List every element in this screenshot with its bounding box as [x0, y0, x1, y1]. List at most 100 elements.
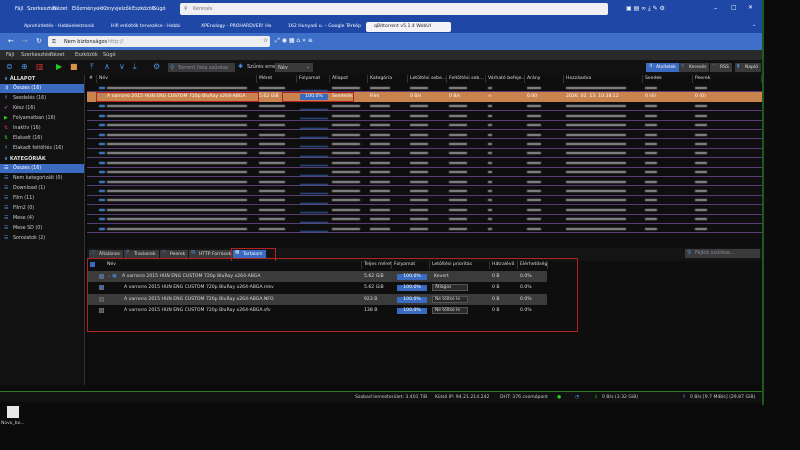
col-category[interactable]: Kategória [368, 75, 408, 83]
filter-stalled[interactable]: ⇅ Elakadt (16) [0, 134, 84, 143]
desktop-icon-label[interactable]: Novo_bo... [1, 421, 25, 426]
tab-3[interactable]: XPEnology - PROHARDVER! Ho [193, 22, 275, 32]
filter-running[interactable]: ▶ Folyamatban (16) [0, 114, 84, 123]
move-bottom-icon[interactable]: ⤓ [133, 62, 137, 72]
col-ratio[interactable]: Arány [525, 75, 564, 83]
category-mese[interactable]: ☰ Mese (4) [0, 214, 84, 223]
category-film[interactable]: ☰ Film (11) [0, 194, 84, 203]
filter-seeding[interactable]: ⇑ Seedelés (16) [0, 94, 84, 103]
category-mese-sd[interactable]: ☰ Mese SD (0) [0, 224, 84, 233]
col-name[interactable]: Név [97, 75, 257, 83]
app-menu-tools[interactable]: Eszközök [75, 52, 98, 58]
menu-tools[interactable]: Eszközök [132, 6, 155, 12]
tab-4[interactable]: 162 Hunyadi u. – Google Térkép [280, 22, 362, 32]
maximize-button[interactable]: □ [731, 4, 737, 11]
filter-completed[interactable]: ✔ Kész (16) [0, 104, 84, 113]
col-size[interactable]: Méret [257, 75, 297, 83]
category-download[interactable]: ☰ Download (1) [0, 184, 84, 193]
add-link-icon[interactable]: ⊜ [6, 62, 13, 72]
chevron-down-icon[interactable]: ⌄ [752, 22, 756, 28]
obscured-text [410, 105, 428, 108]
transfers-button[interactable]: ⤨ Átvitelek [646, 63, 679, 72]
torrent-row-obscured[interactable] [87, 177, 762, 187]
obscured-text [566, 218, 626, 221]
torrent-row-obscured[interactable] [87, 196, 762, 206]
delete-icon[interactable]: ▥ [36, 62, 44, 72]
app-menu-file[interactable]: Fájl [6, 52, 14, 58]
category-all[interactable]: ☰ Összes (16) [0, 164, 84, 173]
add-torrent-icon[interactable]: ⊕ [21, 62, 28, 72]
filter-inactive[interactable]: ⇅ Inaktív (16) [0, 124, 84, 133]
back-button[interactable]: ← [8, 37, 14, 45]
torrent-filter-input[interactable]: ⚲ Torrent lista szűrése [168, 63, 235, 72]
move-top-icon[interactable]: ⤒ [90, 62, 94, 72]
col-peers[interactable]: Peerek [693, 75, 762, 83]
tab-qbittorrent[interactable]: qBittorrent v5.1.4 WebUI [366, 22, 451, 32]
menu-help[interactable]: Súgó [153, 6, 166, 12]
col-number[interactable]: # [87, 75, 97, 83]
category-uncategorized[interactable]: ☰ Nem kategorizált (0) [0, 174, 84, 183]
filter-stalled-upload[interactable]: ⇑ Elakadt feltöltés (16) [0, 144, 84, 153]
torrent-row-obscured[interactable] [87, 205, 762, 215]
status-header[interactable]: ∨ ÁLLAPOT [4, 76, 35, 82]
menu-history[interactable]: Előzmények [72, 6, 102, 12]
tab-2[interactable]: Hifi erősítők tervezése - Hobbi [103, 22, 185, 32]
bookmark-star-icon[interactable]: ☆ [263, 37, 268, 44]
col-ul-speed[interactable]: Feltöltési seb... [447, 75, 486, 83]
regex-icon[interactable]: ✱ [238, 63, 243, 70]
start-icon[interactable]: ▶ [56, 62, 62, 72]
col-dl-speed[interactable]: Letöltési sebe... [408, 75, 447, 83]
extensions-icons[interactable]: ⤢ ◉ ▦ ⌂ » ≡ [275, 37, 313, 44]
torrent-row-obscured[interactable] [87, 139, 762, 149]
col-progress[interactable]: Folyamat [297, 75, 330, 83]
move-up-icon[interactable]: ∧ [104, 62, 110, 72]
browser-toolbar-icons[interactable]: ▣ ▤ ∞ ⤓ ✎ ⚙ [626, 5, 665, 12]
forward-button[interactable]: → [22, 37, 28, 45]
minimize-button[interactable]: – [714, 4, 718, 12]
categories-header[interactable]: ∨ KATEGÓRIÁK [4, 156, 46, 162]
obscured-text [107, 142, 247, 145]
menu-file[interactable]: Fájl [15, 6, 23, 12]
torrent-row-obscured[interactable] [87, 111, 762, 121]
close-button[interactable]: ✕ [748, 4, 753, 11]
col-eta[interactable]: Várható befeje... [486, 75, 525, 83]
col-seeds[interactable]: Seedek [643, 75, 693, 83]
browser-search-input[interactable]: ⚲ Keresés [180, 3, 608, 15]
torrent-row-obscured[interactable] [87, 186, 762, 196]
torrent-row-obscured[interactable] [87, 168, 762, 177]
category-sorozatok[interactable]: ☰ Sorozatok (2) [0, 234, 84, 243]
app-menu-edit[interactable]: Szerkesztés [21, 52, 51, 58]
obscured-text [488, 124, 492, 127]
app-menu-help[interactable]: Súgó [103, 52, 116, 58]
speed-limit-icon[interactable]: ◔ [575, 395, 579, 400]
torrent-row-obscured[interactable] [87, 158, 762, 168]
category-film2[interactable]: ☰ Film2 (0) [0, 204, 84, 213]
desktop-file-icon[interactable] [7, 406, 19, 418]
torrent-row-obscured[interactable] [87, 102, 762, 112]
obscured-text [259, 105, 285, 108]
menu-view[interactable]: Nézet [53, 6, 67, 12]
log-button[interactable]: ▮ Napló [735, 63, 761, 72]
stop-icon[interactable]: ■ [70, 62, 78, 72]
filter-all[interactable]: ⤨ Összes (16) [0, 84, 84, 93]
torrent-row-obscured[interactable] [87, 215, 762, 224]
settings-icon[interactable]: ⚙ [153, 62, 160, 72]
search-button[interactable]: ⚲ Keresés [679, 63, 710, 72]
torrent-row-obscured[interactable] [87, 224, 762, 234]
reload-button[interactable]: ↻ [36, 37, 42, 45]
col-state[interactable]: Állapot [330, 75, 368, 83]
col-added[interactable]: Hozzáadva [564, 75, 643, 83]
url-input[interactable]: ⚿ Nem biztonságos http:// [48, 36, 270, 47]
move-down-icon[interactable]: ∨ [119, 62, 125, 72]
rss-button[interactable]: ◠ RSS [710, 63, 732, 72]
connection-icon[interactable]: ● [557, 395, 561, 400]
torrent-row-obscured[interactable] [87, 149, 762, 159]
torrent-row-obscured[interactable] [87, 121, 762, 130]
torrent-row-obscured[interactable] [87, 83, 762, 93]
file-filter-input[interactable]: ⚲ Fájlok szűrése... [685, 249, 760, 258]
tab-1[interactable]: Aprohirdetés - Hobbielektronik [16, 22, 98, 32]
app-menu-view[interactable]: Nézet [50, 52, 64, 58]
filter-by-select[interactable]: Név ⌄ [275, 63, 313, 72]
menu-bookmarks[interactable]: Könyvjelzők [102, 6, 132, 12]
torrent-row-obscured[interactable] [87, 130, 762, 140]
